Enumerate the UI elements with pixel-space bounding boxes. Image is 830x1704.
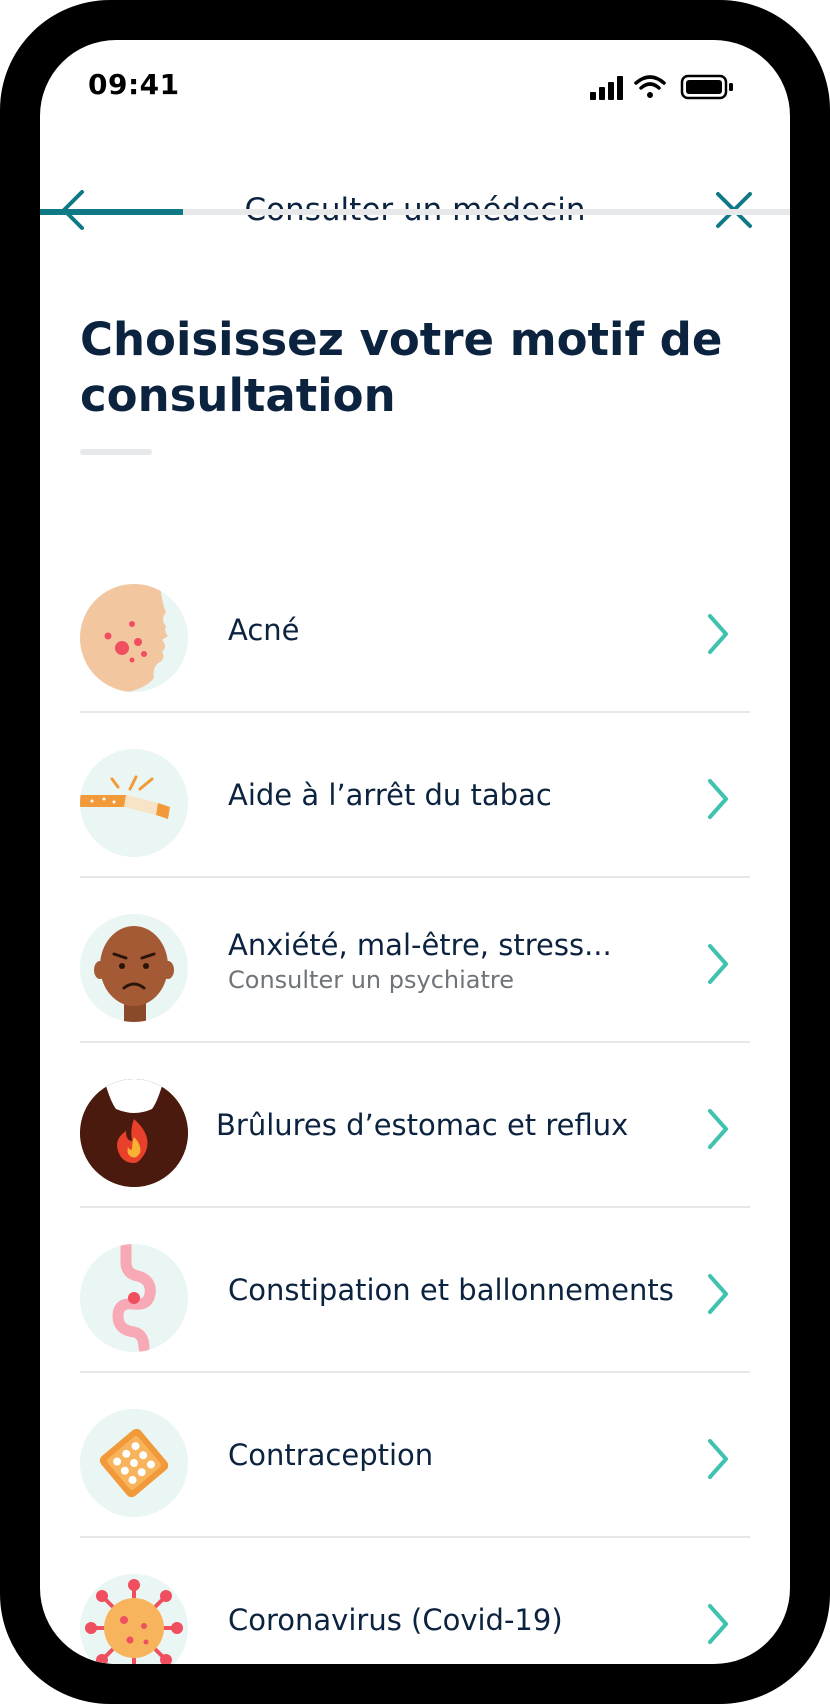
chevron-right-icon xyxy=(708,779,728,819)
chevron-right-icon xyxy=(708,944,728,984)
list-item-acne[interactable]: Acné xyxy=(80,548,750,713)
chevron-right-icon xyxy=(708,614,728,654)
broken-cigarette-icon xyxy=(80,749,188,857)
worried-face-icon xyxy=(80,914,188,1022)
status-time: 09:41 xyxy=(88,68,180,101)
progress-fill xyxy=(40,209,183,215)
acne-face-icon xyxy=(80,584,188,692)
signal-icon xyxy=(590,76,623,100)
list-item-coronavirus[interactable]: Coronavirus (Covid-19) xyxy=(80,1538,750,1664)
list-item-contraception[interactable]: Contraception xyxy=(80,1373,750,1538)
chevron-right-icon xyxy=(708,1604,728,1644)
list-item-label: Contraception xyxy=(228,1437,434,1472)
virus-icon xyxy=(80,1574,188,1664)
list-item-label: Anxiété, mal-être, stress... xyxy=(228,927,612,962)
list-item-brulures[interactable]: Brûlures d’estomac et reflux xyxy=(80,1043,750,1208)
heading-divider xyxy=(80,449,152,455)
pill-pack-icon xyxy=(80,1409,188,1517)
list-item-label: Coronavirus (Covid-19) xyxy=(228,1602,563,1637)
battery-icon xyxy=(680,74,733,100)
list-item-constipation[interactable]: Constipation et ballonnements xyxy=(80,1208,750,1373)
intestine-icon xyxy=(80,1244,188,1352)
chevron-right-icon xyxy=(708,1274,728,1314)
heartburn-icon xyxy=(80,1079,188,1187)
list-item-label: Aide à l’arrêt du tabac xyxy=(228,777,552,812)
reason-list: Acné Aide à l’arrêt du tabac Anxiété, ma… xyxy=(80,548,750,1664)
list-item-label: Constipation et ballonnements xyxy=(228,1272,674,1307)
progress-bar xyxy=(40,209,790,215)
chevron-right-icon xyxy=(708,1439,728,1479)
list-item-tabac[interactable]: Aide à l’arrêt du tabac xyxy=(80,713,750,878)
screen: 09:41 Choisissez votre motif de consulta… xyxy=(40,40,790,1664)
status-bar: 09:41 xyxy=(40,40,790,130)
list-item-anxiete[interactable]: Anxiété, mal-être, stress... Consulter u… xyxy=(80,878,750,1043)
chevron-right-icon xyxy=(708,1109,728,1149)
list-item-label: Acné xyxy=(228,612,300,647)
device-frame: 09:41 Choisissez votre motif de consulta… xyxy=(0,0,830,1704)
page-title: Choisissez votre motif de consultation xyxy=(80,313,723,422)
list-item-sublabel: Consulter un psychiatre xyxy=(228,965,514,994)
list-item-label: Brûlures d’estomac et reflux xyxy=(216,1107,629,1142)
wifi-icon xyxy=(634,75,666,98)
status-icons xyxy=(590,74,733,100)
top-navigation-bar: Consulter un médecin xyxy=(40,150,790,250)
